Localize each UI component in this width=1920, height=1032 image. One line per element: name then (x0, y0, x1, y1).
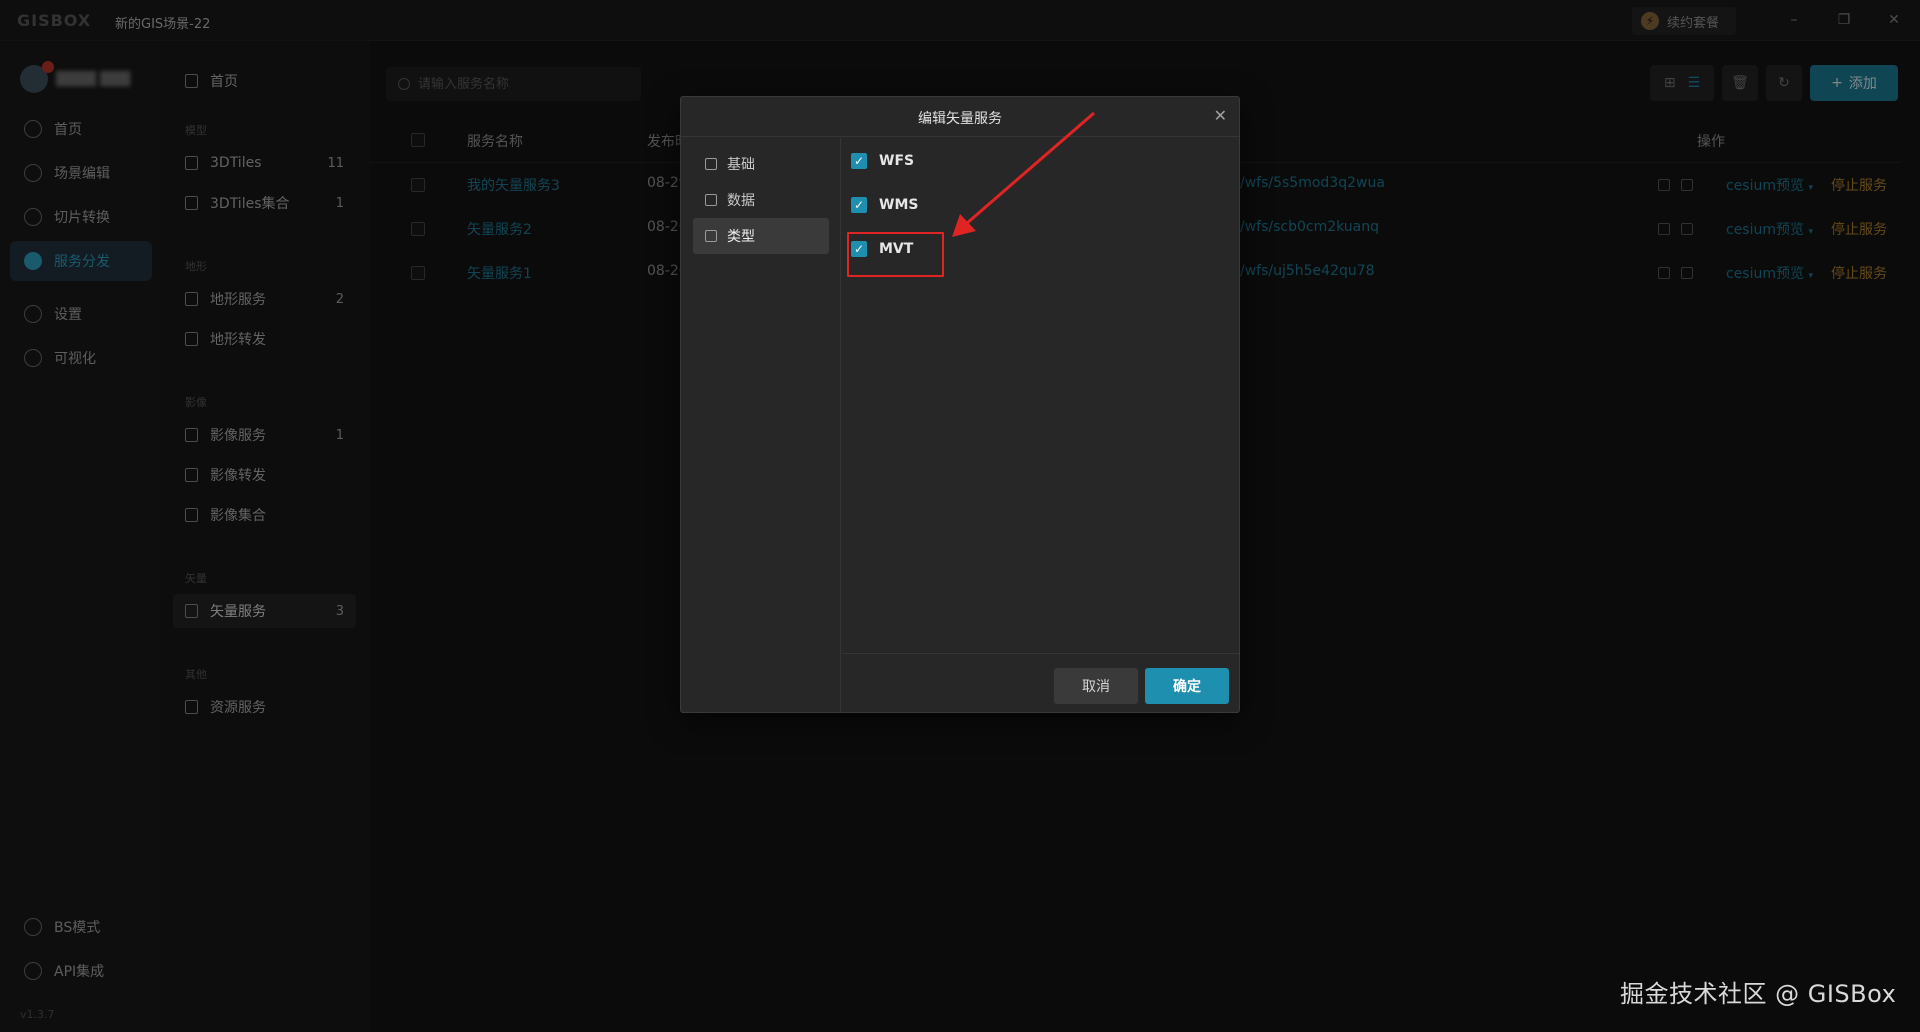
arrow-shaft (965, 111, 1095, 226)
annotation-arrow (952, 111, 1095, 237)
watermark: 掘金技术社区 @ GISBox (1620, 980, 1897, 1008)
